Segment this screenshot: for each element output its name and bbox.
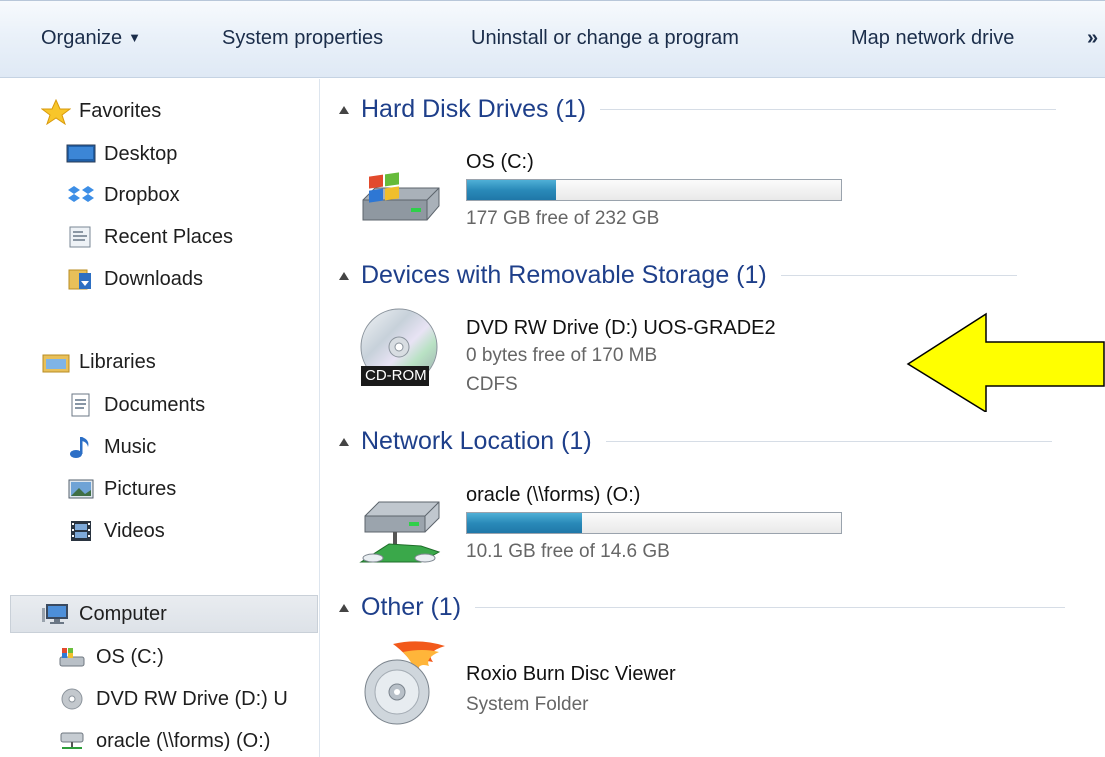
group-divider — [475, 607, 1066, 608]
star-icon — [40, 98, 72, 126]
drive-free-space: 0 bytes free of 170 MB — [466, 345, 658, 366]
group-divider — [600, 109, 1057, 110]
caret-down-icon: ▼ — [128, 30, 142, 45]
network-drive-icon — [359, 492, 449, 579]
nav-libraries-label: Libraries — [79, 350, 156, 373]
dvd-drive-icon — [58, 687, 88, 711]
organize-menu-button[interactable]: Organize ▼ — [41, 27, 141, 50]
downloads-folder-icon — [66, 267, 96, 291]
nav-item-label: oracle (\\forms) (O:) — [96, 729, 271, 752]
organize-label: Organize — [41, 27, 123, 49]
nav-item-videos[interactable]: Videos — [66, 519, 165, 543]
nav-computer[interactable]: Computer — [41, 602, 167, 626]
hard-drive-icon — [58, 645, 88, 669]
nav-item-label: DVD RW Drive (D:) U — [96, 687, 288, 710]
nav-item-oracle-o[interactable]: oracle (\\forms) (O:) — [58, 729, 270, 753]
content-pane: Hard Disk Drives (1) OS (C:) 177 GB free… — [321, 79, 1105, 757]
nav-item-label: Documents — [104, 393, 206, 416]
nav-computer-label: Computer — [79, 602, 167, 625]
nav-item-label: Downloads — [104, 267, 203, 290]
network-drive-icon — [58, 729, 88, 753]
nav-item-label: Pictures — [104, 477, 177, 500]
nav-item-pictures[interactable]: Pictures — [66, 477, 176, 501]
drive-name: DVD RW Drive (D:) UOS-GRADE2 — [466, 317, 776, 339]
nav-item-recent-places[interactable]: Recent Places — [66, 225, 233, 249]
nav-item-dropbox[interactable]: Dropbox — [66, 183, 180, 207]
group-divider — [780, 275, 1017, 276]
collapse-triangle-icon — [339, 603, 349, 612]
collapse-triangle-icon — [339, 105, 349, 114]
group-title: Network Location (1) — [361, 427, 592, 455]
nav-item-label: OS (C:) — [96, 645, 164, 668]
navigation-pane: Favorites Desktop Dropbox Recent Places … — [0, 79, 320, 757]
group-header-removable-storage[interactable]: Devices with Removable Storage (1) — [339, 261, 1017, 290]
computer-icon — [41, 602, 71, 626]
nav-item-label: Recent Places — [104, 225, 233, 248]
group-header-other[interactable]: Other (1) — [339, 593, 1066, 622]
map-network-drive-button[interactable]: Map network drive — [851, 27, 1014, 50]
cd-rom-badge: CD-ROM — [365, 367, 427, 384]
group-title: Devices with Removable Storage (1) — [361, 261, 767, 289]
group-header-hard-disk-drives[interactable]: Hard Disk Drives (1) — [339, 95, 1057, 124]
nav-item-label: Videos — [104, 519, 165, 542]
collapse-triangle-icon — [339, 437, 349, 446]
nav-item-dvd-d[interactable]: DVD RW Drive (D:) U — [58, 687, 288, 711]
drive-name: OS (C:) — [466, 151, 534, 173]
dropbox-icon — [66, 183, 96, 207]
dvd-drive-icon: CD-ROM — [359, 307, 459, 394]
drive-usage-fill — [467, 180, 556, 200]
group-divider — [605, 441, 1052, 442]
recent-places-icon — [66, 225, 96, 249]
collapse-triangle-icon — [339, 271, 349, 280]
nav-item-os-c[interactable]: OS (C:) — [58, 645, 164, 669]
nav-item-downloads[interactable]: Downloads — [66, 267, 203, 291]
music-note-icon — [66, 435, 96, 459]
document-icon — [66, 393, 96, 417]
pictures-icon — [66, 477, 96, 501]
group-title: Other (1) — [361, 593, 462, 621]
nav-item-label: Music — [104, 435, 157, 458]
hard-drive-icon — [359, 166, 447, 231]
group-title: Hard Disk Drives (1) — [361, 95, 587, 123]
item-type: System Folder — [466, 694, 589, 715]
drive-usage-bar — [466, 512, 842, 534]
nav-item-music[interactable]: Music — [66, 435, 156, 459]
more-commands-button[interactable]: » — [1087, 27, 1098, 50]
uninstall-program-button[interactable]: Uninstall or change a program — [471, 27, 739, 50]
drive-name: oracle (\\forms) (O:) — [466, 484, 641, 506]
drive-filesystem: CDFS — [466, 374, 518, 395]
nav-libraries[interactable]: Libraries — [41, 350, 156, 374]
system-properties-button[interactable]: System properties — [222, 27, 383, 50]
nav-item-label: Desktop — [104, 142, 178, 165]
libraries-icon — [41, 350, 71, 374]
item-name: Roxio Burn Disc Viewer — [466, 663, 676, 685]
nav-item-desktop[interactable]: Desktop — [66, 142, 177, 166]
desktop-icon — [66, 142, 96, 166]
group-header-network-location[interactable]: Network Location (1) — [339, 427, 1052, 456]
nav-item-label: Dropbox — [104, 183, 180, 206]
drive-free-space: 10.1 GB free of 14.6 GB — [466, 541, 670, 562]
yellow-arrow-annotation — [906, 312, 1105, 417]
drive-oracle-o[interactable]: oracle (\\forms) (O:) 10.1 GB free of 14… — [466, 484, 866, 564]
drive-dvd-d[interactable]: DVD RW Drive (D:) UOS-GRADE2 0 bytes fre… — [466, 317, 866, 397]
nav-item-documents[interactable]: Documents — [66, 393, 205, 417]
drive-usage-bar — [466, 179, 842, 201]
nav-favorites-label: Favorites — [79, 99, 162, 122]
drive-usage-fill — [467, 513, 583, 533]
film-icon — [66, 519, 96, 543]
other-item-roxio[interactable]: Roxio Burn Disc Viewer System Folder — [466, 663, 866, 723]
command-bar: Organize ▼ System properties Uninstall or… — [0, 0, 1105, 78]
burn-disc-flame-icon — [359, 638, 449, 735]
drive-os-c[interactable]: OS (C:) 177 GB free of 232 GB — [466, 151, 866, 231]
drive-free-space: 177 GB free of 232 GB — [466, 208, 660, 229]
nav-favorites[interactable]: Favorites — [40, 98, 162, 126]
